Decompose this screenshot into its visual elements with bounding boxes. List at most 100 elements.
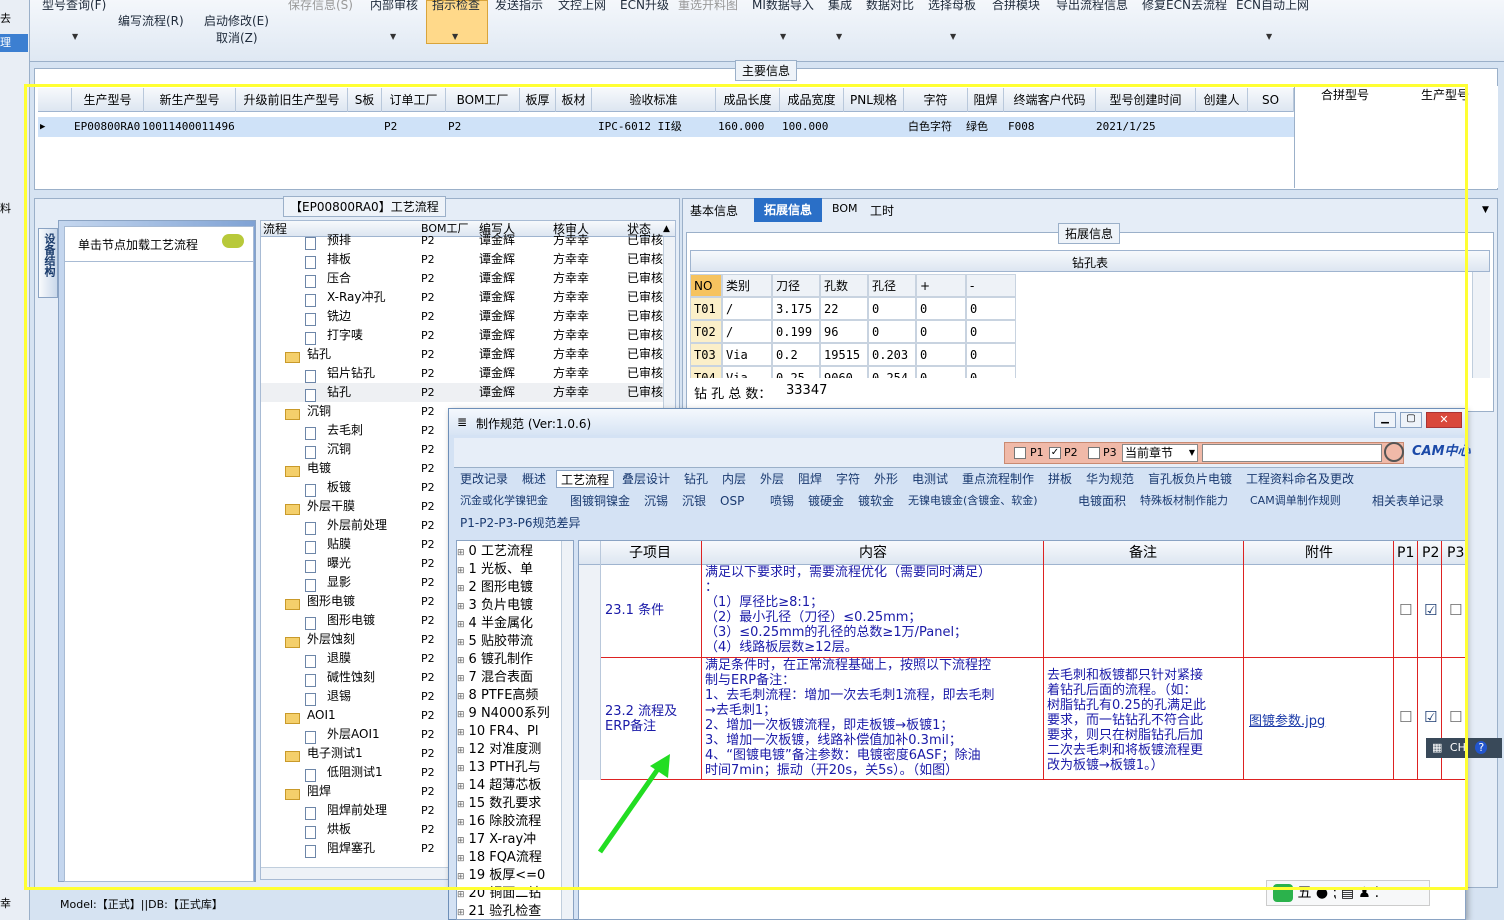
- dialog-tab[interactable]: 沉银: [678, 492, 712, 510]
- tb-model-query[interactable]: 型号查询(F): [42, 0, 106, 13]
- nav-item[interactable]: ⊞ 9 N4000系列: [457, 705, 550, 723]
- tree-row[interactable]: 排板 P2 谭金辉 方幸幸 已审核: [261, 250, 675, 269]
- nav-item[interactable]: ⊞ 2 图形电镀: [457, 579, 533, 597]
- col-oldprod[interactable]: 升级前旧生产型号: [236, 88, 348, 112]
- dialog-tab[interactable]: 相关表单记录: [1368, 492, 1450, 510]
- col-creator[interactable]: 创建人: [1196, 88, 1248, 112]
- tb-start-modify[interactable]: 启动修改(E): [204, 12, 269, 29]
- maximize-icon[interactable]: ▢: [1400, 412, 1422, 428]
- row-1-p1[interactable]: ☐: [1399, 601, 1412, 619]
- tree-row[interactable]: 铝片钻孔 P2 谭金辉 方幸幸 已审核: [261, 364, 675, 383]
- dialog-tab[interactable]: 阻焊: [794, 470, 828, 488]
- tb-ecn-upgrade[interactable]: ECN升级: [620, 0, 669, 13]
- scope-select[interactable]: 当前章节 ▼: [1122, 444, 1198, 462]
- expand-icon[interactable]: ⊞: [457, 890, 465, 900]
- dialog-tab[interactable]: 无镍电镀金(含镀金、软金): [904, 492, 1070, 510]
- col-mat[interactable]: 板材: [556, 88, 592, 112]
- expand-icon[interactable]: ⊞: [457, 800, 465, 810]
- col-so[interactable]: SO: [1248, 88, 1294, 112]
- col-s[interactable]: S板: [348, 88, 382, 112]
- chevron-down-icon[interactable]: ▼: [950, 32, 956, 41]
- nav-item[interactable]: ⊞ 21 验孔检查: [457, 903, 541, 919]
- nav-item[interactable]: ⊞ 8 PTFE高频: [457, 687, 538, 705]
- expand-icon[interactable]: ⊞: [457, 548, 465, 558]
- expand-icon[interactable]: ⊞: [457, 854, 465, 864]
- nav-item[interactable]: ⊞ 1 光板、单: [457, 561, 533, 579]
- col-bom[interactable]: BOM工厂: [446, 88, 520, 112]
- col-std[interactable]: 验收标准: [592, 88, 716, 112]
- col-prod[interactable]: 生产型号: [72, 88, 144, 112]
- row-1-p3[interactable]: ☐: [1449, 601, 1462, 619]
- expand-icon[interactable]: ⊞: [457, 620, 465, 630]
- help-icon[interactable]: ?: [1475, 741, 1488, 754]
- dialog-titlebar[interactable]: [449, 409, 1465, 435]
- col-char[interactable]: 字符: [904, 88, 968, 112]
- nav-vscroll[interactable]: [561, 541, 573, 919]
- expand-icon[interactable]: ⊞: [457, 746, 465, 756]
- dialog-tab[interactable]: 重点流程制作: [958, 470, 1040, 488]
- row-2-attachment-link[interactable]: 图镀参数.jpg: [1249, 710, 1325, 729]
- tab-bom[interactable]: BOM: [832, 202, 858, 215]
- dialog-tab[interactable]: 电镀面积: [1074, 492, 1132, 510]
- tree-row[interactable]: 钻孔 P2 谭金辉 方幸幸 已审核: [261, 383, 675, 402]
- chevron-down-icon[interactable]: ▼: [1266, 32, 1272, 41]
- tb-export-flow[interactable]: 导出流程信息: [1056, 0, 1128, 13]
- search-icon[interactable]: [1384, 442, 1404, 462]
- nav-item[interactable]: ⊞ 6 镀孔制作: [457, 651, 533, 669]
- chevron-down-icon[interactable]: ▼: [1482, 205, 1489, 215]
- nav-item[interactable]: ⊞ 15 数孔要求: [457, 795, 541, 813]
- dialog-tab[interactable]: 沉锡: [640, 492, 674, 510]
- expand-icon[interactable]: ⊞: [457, 584, 465, 594]
- col-thick[interactable]: 板厚: [520, 88, 556, 112]
- tab-ext[interactable]: 拓展信息: [754, 198, 822, 222]
- expand-icon[interactable]: ⊞: [457, 638, 465, 648]
- dialog-tab[interactable]: 电测试: [908, 470, 954, 488]
- col-created[interactable]: 型号创建时间: [1096, 88, 1196, 112]
- nav-item[interactable]: ⊞ 7 混合表面: [457, 669, 533, 687]
- ime-bottom[interactable]: 五 ●⁏▤♟⁚: [1266, 880, 1430, 906]
- col-p1[interactable]: P1: [1397, 541, 1414, 565]
- dialog-tab[interactable]: 内层: [718, 470, 752, 488]
- dialog-tab[interactable]: 特殊板材制作能力: [1136, 492, 1242, 510]
- dialog-tab[interactable]: 外形: [870, 470, 904, 488]
- expand-icon[interactable]: ⊞: [457, 566, 465, 576]
- expand-icon[interactable]: ⊞: [457, 728, 465, 738]
- tree-row[interactable]: 铣边 P2 谭金辉 方幸幸 已审核: [261, 307, 675, 326]
- col-len[interactable]: 成品长度: [716, 88, 780, 112]
- tab-basic[interactable]: 基本信息: [690, 202, 738, 219]
- tb-doc-online[interactable]: 文控上网: [558, 0, 606, 13]
- tb-mi-import[interactable]: MI数据导入: [752, 0, 814, 13]
- col-p2[interactable]: P2: [1422, 541, 1439, 565]
- dialog-tab[interactable]: 工程资料命名及更改: [1242, 470, 1360, 488]
- col-content[interactable]: 内容: [859, 541, 887, 565]
- nav-item[interactable]: ⊞ 20 铜面二钻: [457, 885, 541, 903]
- dialog-tab[interactable]: 工艺流程: [556, 470, 614, 488]
- dialog-tab[interactable]: 拼板: [1044, 470, 1078, 488]
- dialog-tab[interactable]: P1-P2-P3-P6规范差异: [456, 514, 646, 532]
- dialog-tab[interactable]: 盲孔板负片电镀: [1144, 470, 1238, 488]
- col-note[interactable]: 备注: [1129, 541, 1157, 565]
- tree-row[interactable]: 钻孔 P2 谭金辉 方幸幸 已审核: [261, 345, 675, 364]
- col-order[interactable]: 订单工厂: [382, 88, 446, 112]
- col-indicator[interactable]: [579, 541, 601, 565]
- p1-checkbox[interactable]: [1014, 447, 1026, 459]
- tree-row[interactable]: X-Ray冲孔 P2 谭金辉 方幸幸 已审核: [261, 288, 675, 307]
- nav-item[interactable]: ⊞ 17 X-ray冲: [457, 831, 536, 849]
- tb-internal-audit[interactable]: 内部审核: [370, 0, 418, 13]
- p2-checkbox[interactable]: ✓: [1049, 447, 1061, 459]
- nav-item[interactable]: ⊞ 14 超薄芯板: [457, 777, 541, 795]
- p3-checkbox[interactable]: [1088, 447, 1100, 459]
- col-merge-prod[interactable]: 生产型号: [1421, 86, 1469, 103]
- col-p3[interactable]: P3: [1447, 541, 1464, 565]
- col-cust[interactable]: 终端客户代码: [1004, 88, 1096, 112]
- nav-item[interactable]: ⊞ 16 除胶流程: [457, 813, 541, 831]
- chevron-down-icon[interactable]: ▼: [72, 32, 78, 41]
- search-input[interactable]: [1202, 444, 1382, 462]
- dialog-tab[interactable]: 钻孔: [680, 470, 714, 488]
- speech-bubble-icon[interactable]: [222, 234, 244, 248]
- expand-icon[interactable]: ⊞: [457, 908, 465, 918]
- row-2-p3[interactable]: ☐: [1449, 708, 1462, 726]
- dialog-tab[interactable]: OSP: [716, 492, 762, 510]
- chevron-down-icon[interactable]: ▼: [390, 32, 396, 41]
- expand-icon[interactable]: ⊞: [457, 710, 465, 720]
